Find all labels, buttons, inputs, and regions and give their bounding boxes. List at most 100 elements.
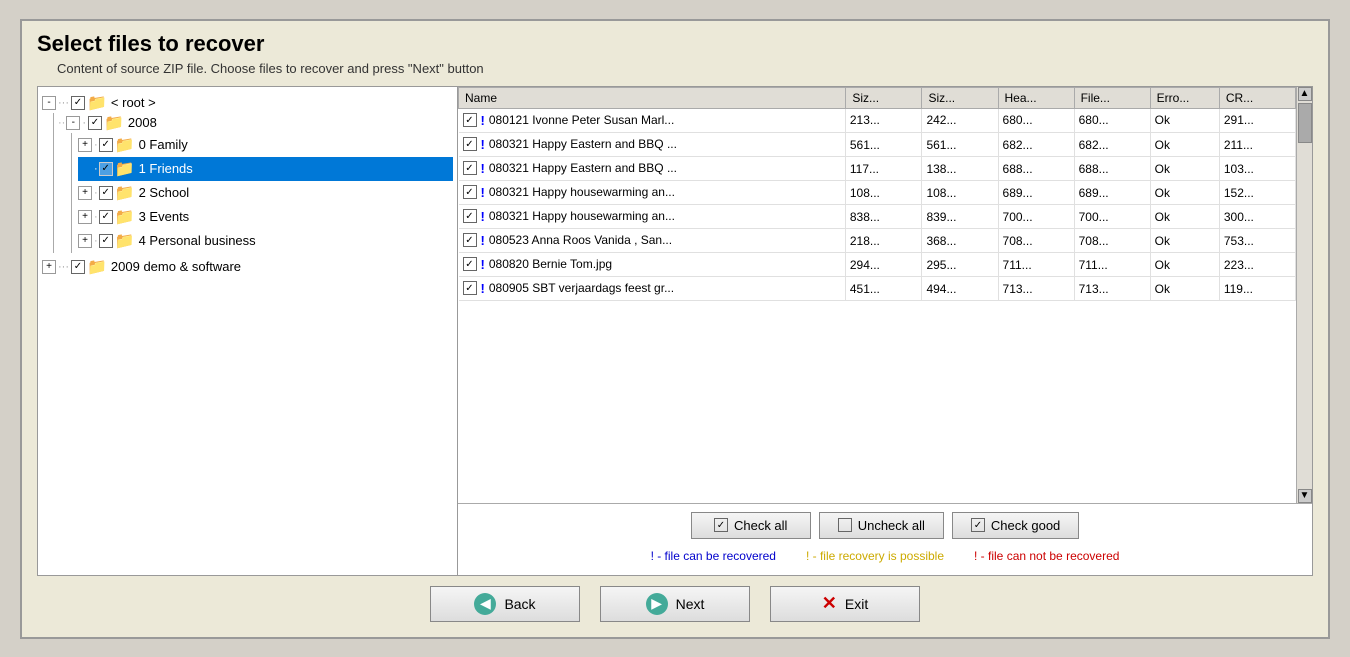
folder0-label[interactable]: 0 Family <box>139 137 188 152</box>
folder4-checkbox[interactable] <box>99 234 113 248</box>
row-cr: 300... <box>1219 205 1295 229</box>
folder0-checkbox[interactable] <box>99 138 113 152</box>
root-folder-icon: 📁 <box>87 93 107 113</box>
col-siz2[interactable]: Siz... <box>922 87 998 108</box>
table-row[interactable]: ! 080321 Happy housewarming an... 838...… <box>459 205 1296 229</box>
row-err: Ok <box>1150 277 1219 301</box>
page-title: Select files to recover <box>37 31 1313 57</box>
exit-label: Exit <box>845 596 868 612</box>
row-siz2: 108... <box>922 181 998 205</box>
col-cr[interactable]: CR... <box>1219 87 1295 108</box>
row-siz1: 838... <box>846 205 922 229</box>
file-bottom-bar: ✓ Check all Uncheck all ✓ Check good ! -… <box>458 503 1312 575</box>
folder2-label[interactable]: 2 School <box>139 185 190 200</box>
exit-button[interactable]: ✕ Exit <box>770 586 920 622</box>
table-row[interactable]: ! 080820 Bernie Tom.jpg 294... 295... 71… <box>459 253 1296 277</box>
scroll-down[interactable]: ▼ <box>1298 489 1312 503</box>
scroll-thumb[interactable] <box>1298 103 1312 143</box>
row-file: 711... <box>1074 253 1150 277</box>
col-err[interactable]: Erro... <box>1150 87 1219 108</box>
table-row[interactable]: ! 080321 Happy Eastern and BBQ ... 561..… <box>459 133 1296 157</box>
row-checkbox[interactable] <box>463 257 477 271</box>
file-panel: Name Siz... Siz... Hea... File... Erro..… <box>458 87 1312 575</box>
table-row[interactable]: ! 080523 Anna Roos Vanida , San... 218..… <box>459 229 1296 253</box>
row-siz2: 138... <box>922 157 998 181</box>
row-file: 688... <box>1074 157 1150 181</box>
col-hea[interactable]: Hea... <box>998 87 1074 108</box>
folder1-checkbox[interactable] <box>99 162 113 176</box>
row-siz1: 451... <box>846 277 922 301</box>
row-checkbox[interactable] <box>463 137 477 151</box>
row-err: Ok <box>1150 253 1219 277</box>
year2009-expand[interactable]: + <box>42 260 56 274</box>
folder3-expand[interactable]: + <box>78 210 92 224</box>
root-expand[interactable]: - <box>42 96 56 110</box>
row-filename: 080121 Ivonne Peter Susan Marl... <box>489 113 674 127</box>
row-hea: 680... <box>998 108 1074 133</box>
folder3-icon: 📁 <box>115 207 135 227</box>
next-button[interactable]: ▶ Next <box>600 586 750 622</box>
row-checkbox[interactable] <box>463 281 477 295</box>
row-checkbox[interactable] <box>463 209 477 223</box>
row-filename: 080321 Happy Eastern and BBQ ... <box>489 161 677 175</box>
tree-panel: - ··· 📁 < root > ·· - · 📁 <box>38 87 458 575</box>
table-row[interactable]: ! 080905 SBT verjaardags feest gr... 451… <box>459 277 1296 301</box>
uncheck-all-label: Uncheck all <box>858 518 925 533</box>
col-name[interactable]: Name <box>459 87 846 108</box>
row-err: Ok <box>1150 205 1219 229</box>
row-exclaim: ! <box>481 161 485 176</box>
row-checkbox[interactable] <box>463 185 477 199</box>
row-siz2: 295... <box>922 253 998 277</box>
folder3-checkbox[interactable] <box>99 210 113 224</box>
col-file[interactable]: File... <box>1074 87 1150 108</box>
nav-bar: ◀ Back ▶ Next ✕ Exit <box>37 576 1313 627</box>
row-exclaim: ! <box>481 209 485 224</box>
col-siz1[interactable]: Siz... <box>846 87 922 108</box>
scroll-up[interactable]: ▲ <box>1298 87 1312 101</box>
folder4-expand[interactable]: + <box>78 234 92 248</box>
file-table: Name Siz... Siz... Hea... File... Erro..… <box>458 87 1296 302</box>
root-label[interactable]: < root > <box>111 95 156 110</box>
year2008-label[interactable]: 2008 <box>128 115 157 130</box>
year2009-checkbox[interactable] <box>71 260 85 274</box>
row-checkbox[interactable] <box>463 113 477 127</box>
back-button[interactable]: ◀ Back <box>430 586 580 622</box>
folder4-label[interactable]: 4 Personal business <box>139 233 256 248</box>
table-row[interactable]: ! 080321 Happy Eastern and BBQ ... 117..… <box>459 157 1296 181</box>
row-cr: 103... <box>1219 157 1295 181</box>
check-all-button[interactable]: ✓ Check all <box>691 512 811 539</box>
row-file: 708... <box>1074 229 1150 253</box>
row-err: Ok <box>1150 181 1219 205</box>
table-row[interactable]: ! 080321 Happy housewarming an... 108...… <box>459 181 1296 205</box>
year2008-folder-icon: 📁 <box>104 113 124 133</box>
row-filename: 080523 Anna Roos Vanida , San... <box>489 233 672 247</box>
folder3-label[interactable]: 3 Events <box>139 209 190 224</box>
year2008-checkbox[interactable] <box>88 116 102 130</box>
row-hea: 689... <box>998 181 1074 205</box>
row-exclaim: ! <box>481 185 485 200</box>
year2009-label[interactable]: 2009 demo & software <box>111 259 241 274</box>
row-siz2: 839... <box>922 205 998 229</box>
row-filename: 080321 Happy housewarming an... <box>489 209 675 223</box>
table-row[interactable]: ! 080121 Ivonne Peter Susan Marl... 213.… <box>459 108 1296 133</box>
check-all-icon: ✓ <box>714 518 728 532</box>
exit-icon: ✕ <box>822 593 837 614</box>
uncheck-all-icon <box>838 518 852 532</box>
row-err: Ok <box>1150 133 1219 157</box>
row-file: 713... <box>1074 277 1150 301</box>
uncheck-all-button[interactable]: Uncheck all <box>819 512 944 539</box>
folder1-expand <box>78 162 92 176</box>
year2008-expand[interactable]: - <box>66 116 80 130</box>
file-scrollbar[interactable]: ▲ ▼ <box>1296 87 1312 503</box>
check-good-button[interactable]: ✓ Check good <box>952 512 1079 539</box>
row-checkbox[interactable] <box>463 161 477 175</box>
folder0-expand[interactable]: + <box>78 138 92 152</box>
legend-blue: ! - file can be recovered <box>651 549 776 563</box>
row-checkbox[interactable] <box>463 233 477 247</box>
folder2-expand[interactable]: + <box>78 186 92 200</box>
folder2-checkbox[interactable] <box>99 186 113 200</box>
folder1-label[interactable]: 1 Friends <box>139 161 193 176</box>
row-exclaim: ! <box>481 137 485 152</box>
root-checkbox[interactable] <box>71 96 85 110</box>
row-cr: 152... <box>1219 181 1295 205</box>
